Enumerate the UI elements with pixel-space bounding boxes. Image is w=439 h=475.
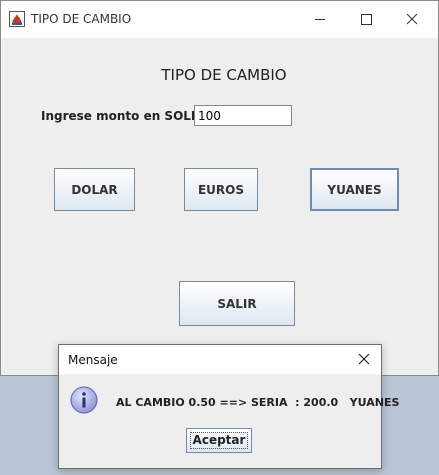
window-titlebar[interactable]: TIPO DE CAMBIO xyxy=(1,1,438,38)
close-icon xyxy=(406,13,418,25)
dialog-message: AL CAMBIO 0.50 ==> SERIA : 200.0 YUANES xyxy=(116,396,400,409)
java-app-icon xyxy=(9,11,25,27)
close-icon xyxy=(358,353,370,365)
amount-input[interactable] xyxy=(194,105,292,126)
window-title: TIPO DE CAMBIO xyxy=(31,12,132,26)
minimize-icon xyxy=(315,19,325,20)
dialog-title: Mensaje xyxy=(68,353,118,367)
maximize-icon xyxy=(361,14,372,25)
salir-button[interactable]: SALIR xyxy=(179,281,295,326)
info-icon xyxy=(70,386,98,414)
message-dialog: Mensaje AL CAMBIO 0.50 ==> SERIA : 200.0… xyxy=(58,344,399,469)
dialog-close-button[interactable] xyxy=(349,345,379,374)
accept-button-label: Aceptar xyxy=(189,432,249,449)
page-title: TIPO DE CAMBIO xyxy=(161,66,287,84)
accept-button[interactable]: Aceptar xyxy=(186,428,252,453)
main-window: TIPO DE CAMBIO TIPO DE CAMBIO Ingrese mo… xyxy=(0,0,439,376)
dialog-titlebar[interactable]: Mensaje xyxy=(59,345,381,374)
euros-button[interactable]: EUROS xyxy=(184,168,258,211)
minimize-button[interactable] xyxy=(297,1,343,38)
dolar-button[interactable]: DOLAR xyxy=(54,168,135,211)
yuanes-button[interactable]: YUANES xyxy=(310,168,399,211)
amount-label: Ingrese monto en SOLES : xyxy=(41,109,217,123)
close-button[interactable] xyxy=(389,1,435,38)
maximize-button[interactable] xyxy=(343,1,389,38)
